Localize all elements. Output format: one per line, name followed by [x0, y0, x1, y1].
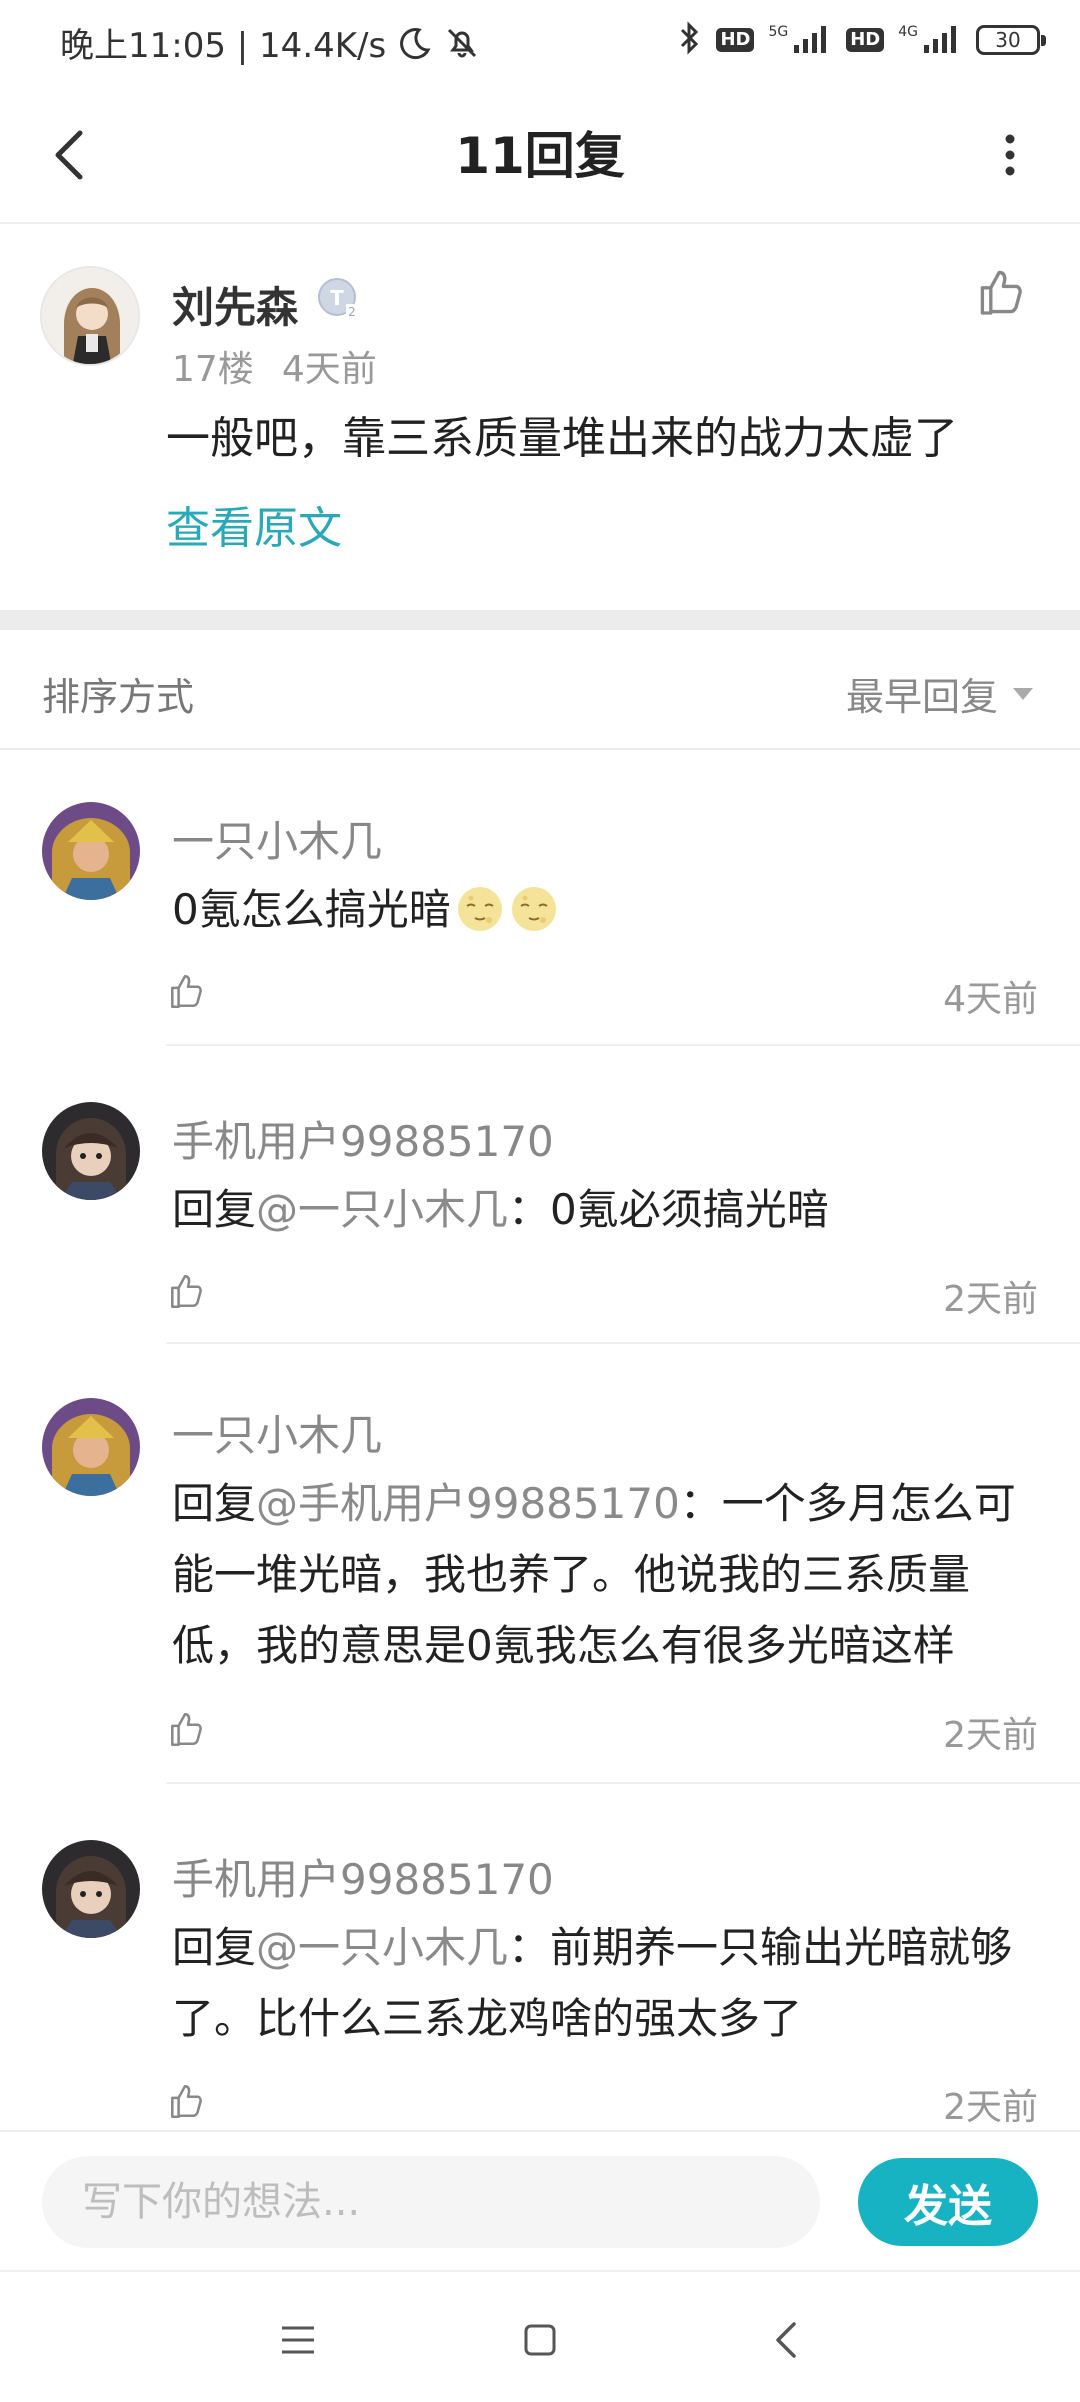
page-title: 11回复 — [455, 127, 625, 185]
reply-item: 一只小木几 回复@手机用户99885170：一个多月怎么可能一堆光暗，我也养了。… — [0, 1344, 1080, 1784]
signal-icon — [792, 23, 832, 57]
post-floor: 17楼 — [172, 349, 254, 390]
thumbs-up-icon — [171, 2085, 202, 2119]
send-button[interactable]: 发送 — [858, 2158, 1038, 2246]
reply-body: 0氪怎么搞光暗 — [172, 885, 451, 934]
hd-badge-2: HD — [846, 28, 885, 52]
like-button[interactable] — [166, 1270, 208, 1312]
reply-text: 回复@一只小木几：0氪必须搞光暗 — [172, 1174, 1042, 1245]
status-right: HD 5G HD 4G 30 — [678, 20, 1046, 60]
section-divider — [0, 610, 1080, 630]
avatar[interactable] — [42, 1840, 140, 1938]
user-level-badge-icon: T2 — [316, 276, 360, 320]
battery-level: 30 — [995, 28, 1021, 52]
triangle-down-icon — [1013, 687, 1033, 700]
sort-selected-value: 最早回复 — [845, 675, 998, 719]
reply-body: ：0氪必须搞光暗 — [508, 1185, 829, 1234]
main-post: 刘先森 T2 17楼 4天前 一般吧，靠三系质量堆出来的战力太虚了 查看原文 — [0, 222, 1080, 610]
reply-item: 手机用户99885170 回复@一只小木几：前期养一只输出光暗就够了。比什么三系… — [0, 1784, 1080, 2130]
hd-badge: HD — [716, 28, 755, 52]
back-nav-button[interactable] — [756, 2310, 816, 2370]
home-square-icon — [524, 2324, 556, 2356]
avatar[interactable] — [42, 1398, 140, 1496]
reply-divider — [166, 1044, 1080, 1046]
view-original-link[interactable]: 查看原文 — [166, 492, 342, 556]
status-time-speed: 晚上11:05 | 14.4K/s — [60, 26, 387, 66]
reply-prefix: 回复 — [172, 1923, 257, 1972]
thumbs-up-icon — [171, 1275, 202, 1309]
reply-time: 2天前 — [943, 1715, 1038, 1756]
post-time: 4天前 — [281, 349, 377, 390]
home-nav-button[interactable] — [510, 2310, 570, 2370]
more-vertical-icon — [1005, 134, 1015, 176]
reply-author-name[interactable]: 手机用户99885170 — [172, 1846, 554, 1907]
reply-prefix: 回复 — [172, 1185, 257, 1234]
reply-text: 回复@手机用户99885170：一个多月怎么可能一堆光暗，我也养了。他说我的三系… — [172, 1468, 1042, 1681]
comment-input[interactable] — [42, 2156, 820, 2248]
more-button[interactable] — [980, 120, 1040, 190]
like-button[interactable] — [166, 2080, 208, 2122]
comment-composer: 发送 — [0, 2130, 1080, 2272]
reply-text: 0氪怎么搞光暗 — [172, 874, 1042, 945]
like-button[interactable] — [166, 970, 208, 1012]
like-button[interactable] — [166, 1708, 208, 1750]
status-left: 晚上11:05 | 14.4K/s — [60, 18, 482, 67]
mention-link[interactable]: @一只小木几 — [256, 1923, 508, 1972]
post-content: 一般吧，靠三系质量堆出来的战力太虚了 — [166, 413, 958, 464]
mention-link[interactable]: @手机用户99885170 — [256, 1479, 680, 1528]
thumbs-up-icon — [171, 975, 202, 1009]
moon-icon — [394, 23, 434, 63]
reply-author-name[interactable]: 一只小木几 — [172, 808, 382, 869]
thumbs-up-icon — [171, 1713, 202, 1747]
back-chevron-icon — [776, 2322, 796, 2358]
status-bar: 晚上11:05 | 14.4K/s HD 5G HD 4G 30 — [0, 0, 1080, 86]
sort-dropdown[interactable]: 最早回复 — [846, 666, 1034, 721]
mute-bell-icon — [442, 23, 482, 63]
reply-time: 2天前 — [943, 2087, 1038, 2128]
system-nav-bar — [0, 2270, 1080, 2402]
network-type-label: 5G — [768, 24, 789, 40]
mention-link[interactable]: @一只小木几 — [256, 1185, 508, 1234]
network-type-label-2: 4G — [898, 24, 918, 40]
reply-author-name[interactable]: 手机用户99885170 — [172, 1108, 554, 1169]
avatar[interactable] — [42, 1102, 140, 1200]
avatar[interactable] — [42, 802, 140, 900]
menu-icon — [282, 2326, 314, 2354]
reply-item: 手机用户99885170 回复@一只小木几：0氪必须搞光暗 2天前 — [0, 1048, 1080, 1344]
moon-face-emoji-icon — [455, 884, 505, 934]
like-button[interactable] — [974, 264, 1030, 320]
signal-icon-2 — [922, 23, 962, 57]
reply-time: 2天前 — [943, 1279, 1038, 1320]
sort-label: 排序方式 — [42, 675, 195, 719]
reply-prefix: 回复 — [172, 1479, 257, 1528]
moon-face-emoji-icon — [509, 884, 559, 934]
avatar[interactable] — [40, 266, 140, 366]
reply-item: 一只小木几 0氪怎么搞光暗 4天前 — [0, 748, 1080, 1048]
reply-author-name[interactable]: 一只小木几 — [172, 1402, 382, 1463]
top-nav: 11回复 — [0, 86, 1080, 224]
svg-text:2: 2 — [348, 305, 356, 319]
post-meta: 17楼 4天前 — [172, 340, 377, 392]
battery-icon: 30 — [976, 25, 1046, 55]
svg-text:T: T — [330, 286, 344, 310]
bluetooth-icon — [678, 20, 702, 60]
menu-nav-button[interactable] — [268, 2310, 328, 2370]
thumbs-up-icon — [980, 270, 1022, 315]
sort-bar: 排序方式 最早回复 — [0, 630, 1080, 750]
reply-text: 回复@一只小木几：前期养一只输出光暗就够了。比什么三系龙鸡啥的强太多了 — [172, 1912, 1042, 2054]
post-author-name[interactable]: 刘先森 — [172, 274, 298, 335]
reply-time: 4天前 — [943, 979, 1038, 1020]
